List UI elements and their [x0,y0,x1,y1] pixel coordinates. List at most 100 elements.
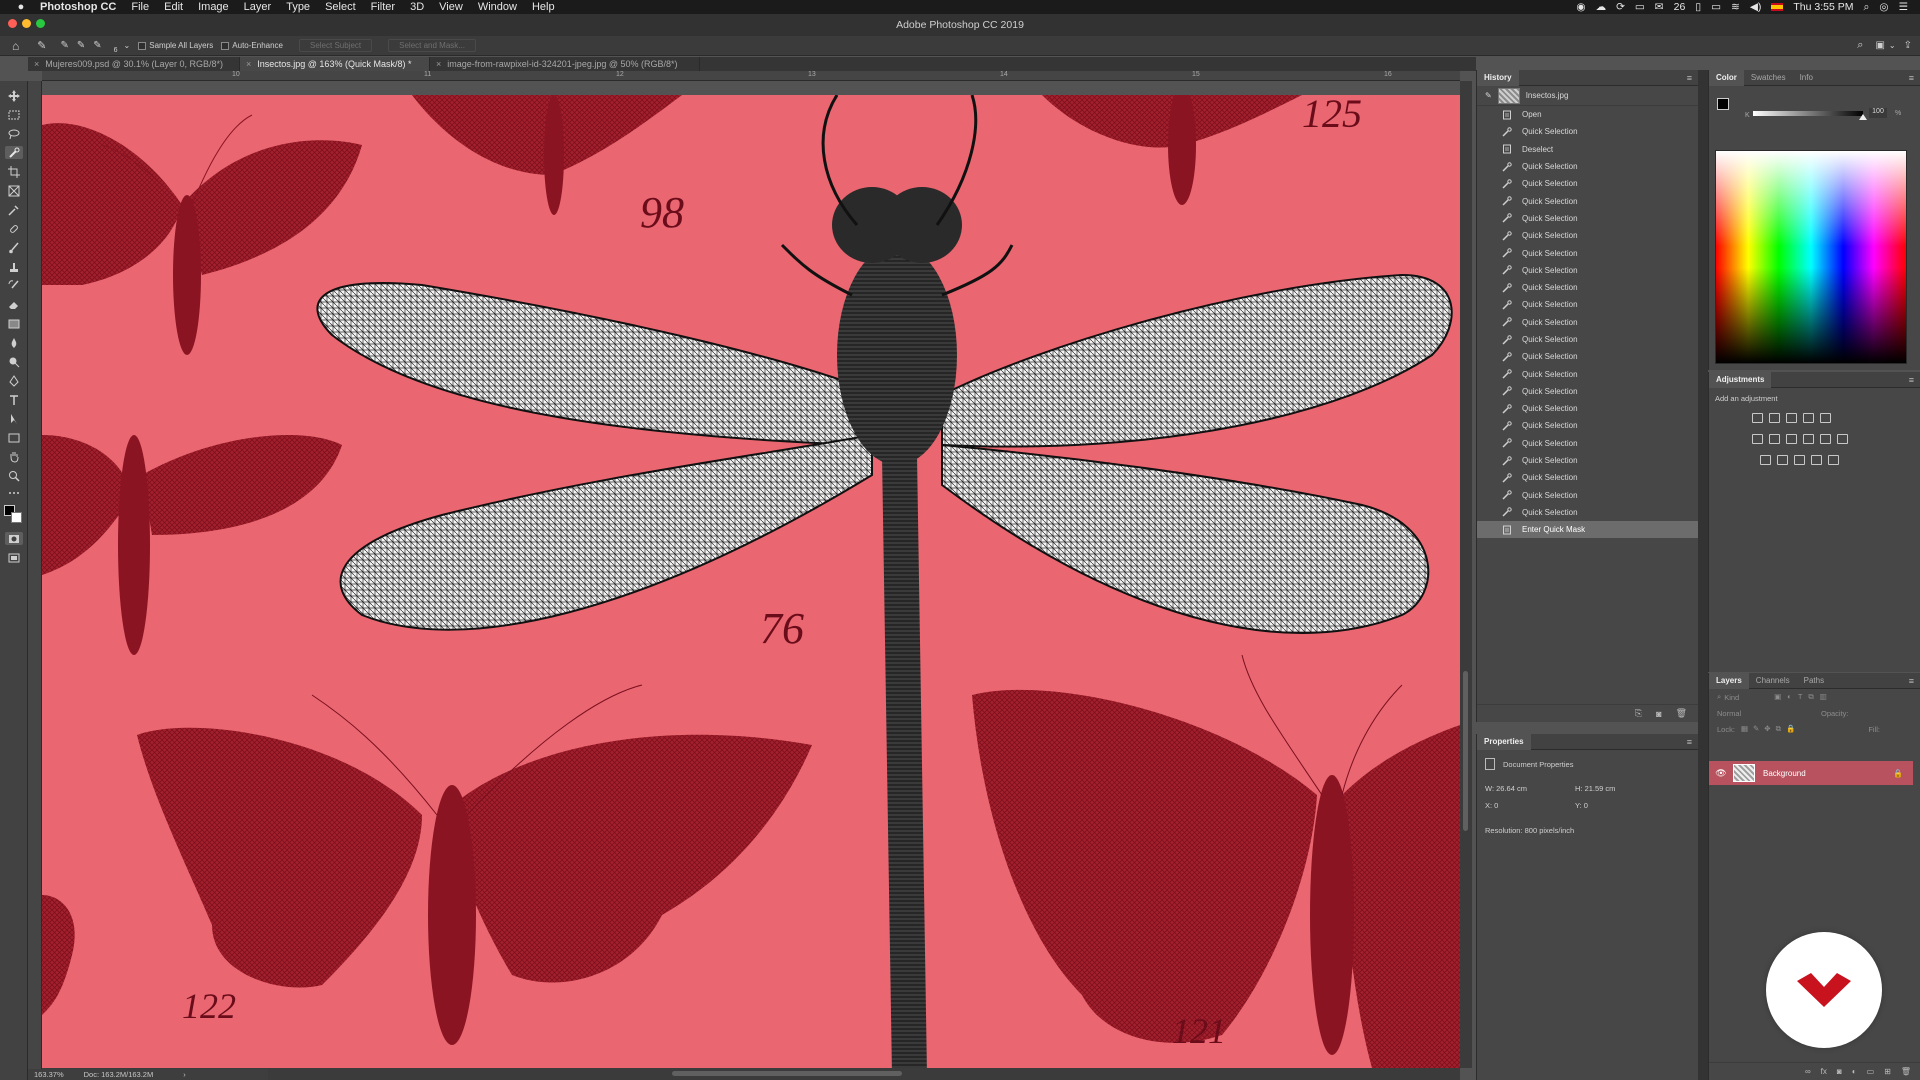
black-white-icon[interactable] [1786,434,1797,444]
history-state[interactable]: Quick Selection [1477,227,1698,244]
width-value[interactable]: W: 26.64 cm [1485,784,1575,793]
x-value[interactable]: X: 0 [1485,801,1575,810]
cloud-icon[interactable]: ☁ [1596,1,1607,13]
ruler-horizontal[interactable]: 10 11 12 13 14 15 16 [42,71,1460,81]
menu-select[interactable]: Select [325,1,356,13]
eye-icon[interactable]: 👁 [1713,768,1729,779]
chevron-down-icon[interactable]: ⌄ [124,41,131,50]
k-slider[interactable] [1753,111,1863,116]
filter-icons[interactable]: ▣◐T⧉▥ [1774,692,1833,702]
history-state[interactable]: Quick Selection [1477,262,1698,279]
history-state[interactable]: Quick Selection [1477,383,1698,400]
menu-help[interactable]: Help [532,1,555,13]
color-lookup-icon[interactable] [1837,434,1848,444]
history-state[interactable]: Quick Selection [1477,348,1698,365]
more-tools-icon[interactable] [5,486,23,499]
tab-info[interactable]: Info [1793,70,1820,86]
hand-tool-icon[interactable] [5,450,23,463]
quick-selection-tool-icon[interactable]: ✎ [37,39,46,52]
background-color[interactable] [11,512,22,523]
history-state[interactable]: Quick Selection [1477,314,1698,331]
menu-image[interactable]: Image [198,1,229,13]
history-state[interactable]: Quick Selection [1477,210,1698,227]
close-tab-icon[interactable]: × [246,59,251,69]
list-icon[interactable]: ☰ [1899,1,1908,13]
invert-icon[interactable] [1760,455,1771,465]
threshold-icon[interactable] [1794,455,1805,465]
spotlight-icon[interactable]: ⌕ [1864,1,1870,14]
panel-menu-icon[interactable]: ≡ [1687,73,1692,83]
tab-channels[interactable]: Channels [1749,673,1797,689]
history-state[interactable]: Quick Selection [1477,158,1698,175]
menu-layer[interactable]: Layer [244,1,272,13]
lock-icons[interactable]: ▦✎✥⧉🔒 [1741,724,1800,734]
k-value[interactable]: 100 [1869,108,1887,118]
menu-view[interactable]: View [439,1,463,13]
tab-insectos[interactable]: × Insectos.jpg @ 163% (Quick Mask/8) * [240,57,430,71]
stamp-tool-icon[interactable] [5,260,23,273]
panel-menu-icon[interactable]: ≡ [1687,737,1692,747]
history-state[interactable]: Quick Selection [1477,469,1698,486]
adjustment-layer-icon[interactable]: ◐ [1852,1067,1857,1076]
fx-icon[interactable]: fx [1821,1067,1827,1076]
blur-tool-icon[interactable] [5,336,23,349]
camera-icon[interactable]: ◙ [1656,709,1661,719]
menu-window[interactable]: Window [478,1,517,13]
history-state[interactable]: Deselect [1477,141,1698,158]
select-and-mask-button[interactable]: Select and Mask... [388,39,476,52]
eyedropper-tool-icon[interactable] [5,203,23,216]
hue-saturation-icon[interactable] [1752,434,1763,444]
tab-rawpixel[interactable]: × image-from-rawpixel-id-324201-jpeg.jpg… [430,57,700,71]
ruler-vertical[interactable] [28,81,42,1069]
foreground-color[interactable] [1717,98,1729,110]
doc-size[interactable]: Doc: 163.2M/163.2M [84,1070,154,1079]
chevron-down-icon[interactable]: ⌄ [1889,41,1896,50]
marquee-tool-icon[interactable] [5,108,23,121]
workspace-icon[interactable]: ▣ [1875,40,1884,51]
search-icon[interactable]: ⌕ [1857,39,1863,52]
flag-icon[interactable] [1771,3,1784,11]
y-value[interactable]: Y: 0 [1575,801,1665,810]
eraser-tool-icon[interactable] [5,298,23,311]
subtract-selection-icon[interactable]: ✎ [93,40,101,51]
levels-icon[interactable] [1769,413,1780,423]
tab-adjustments[interactable]: Adjustments [1709,371,1772,388]
airplay-icon[interactable]: ▭ [1711,1,1721,13]
path-selection-tool-icon[interactable] [5,412,23,425]
lasso-tool-icon[interactable] [5,127,23,140]
history-state[interactable]: Open [1477,106,1698,123]
close-window-icon[interactable] [8,19,17,28]
panel-menu-icon[interactable]: ≡ [1909,375,1914,385]
move-tool-icon[interactable] [5,89,23,102]
mail-icon[interactable]: ✉ [1655,1,1664,13]
quick-selection-tool-icon[interactable] [5,146,23,159]
dodge-tool-icon[interactable] [5,355,23,368]
chevron-right-icon[interactable]: › [183,1070,186,1079]
history-state[interactable]: Quick Selection [1477,244,1698,261]
quick-mask-icon[interactable] [5,532,23,545]
frame-tool-icon[interactable] [5,184,23,197]
trash-icon[interactable]: 🗑 [1676,708,1687,719]
add-selection-icon[interactable]: ✎ [77,40,85,51]
kind-filter[interactable]: Kind [1724,693,1774,702]
close-tab-icon[interactable]: × [436,59,441,69]
menu-type[interactable]: Type [286,1,310,13]
auto-enhance[interactable]: Auto-Enhance [221,41,283,50]
color-spectrum[interactable] [1715,150,1907,364]
volume-icon[interactable]: ◀) [1750,1,1762,13]
color-swatches[interactable] [4,505,24,525]
sample-all-layers-checkbox[interactable] [138,41,147,50]
history-state[interactable]: Enter Quick Mask [1477,521,1698,539]
menu-edit[interactable]: Edit [164,1,183,13]
menu-app-name[interactable]: Photoshop CC [40,1,116,13]
wifi-icon[interactable]: ≋ [1731,1,1740,13]
tab-mujeres[interactable]: × Mujeres009.psd @ 30.1% (Layer 0, RGB/8… [28,57,240,71]
tab-properties[interactable]: Properties [1477,733,1531,750]
tab-swatches[interactable]: Swatches [1744,70,1793,86]
folder-icon[interactable]: ▭ [1867,1067,1875,1076]
home-icon[interactable]: ⌂ [12,39,19,53]
new-layer-icon[interactable]: ⊞ [1884,1067,1891,1076]
gradient-map-icon[interactable] [1828,455,1839,465]
share-icon[interactable]: ⇪ [1904,40,1912,51]
tab-paths[interactable]: Paths [1797,673,1831,689]
